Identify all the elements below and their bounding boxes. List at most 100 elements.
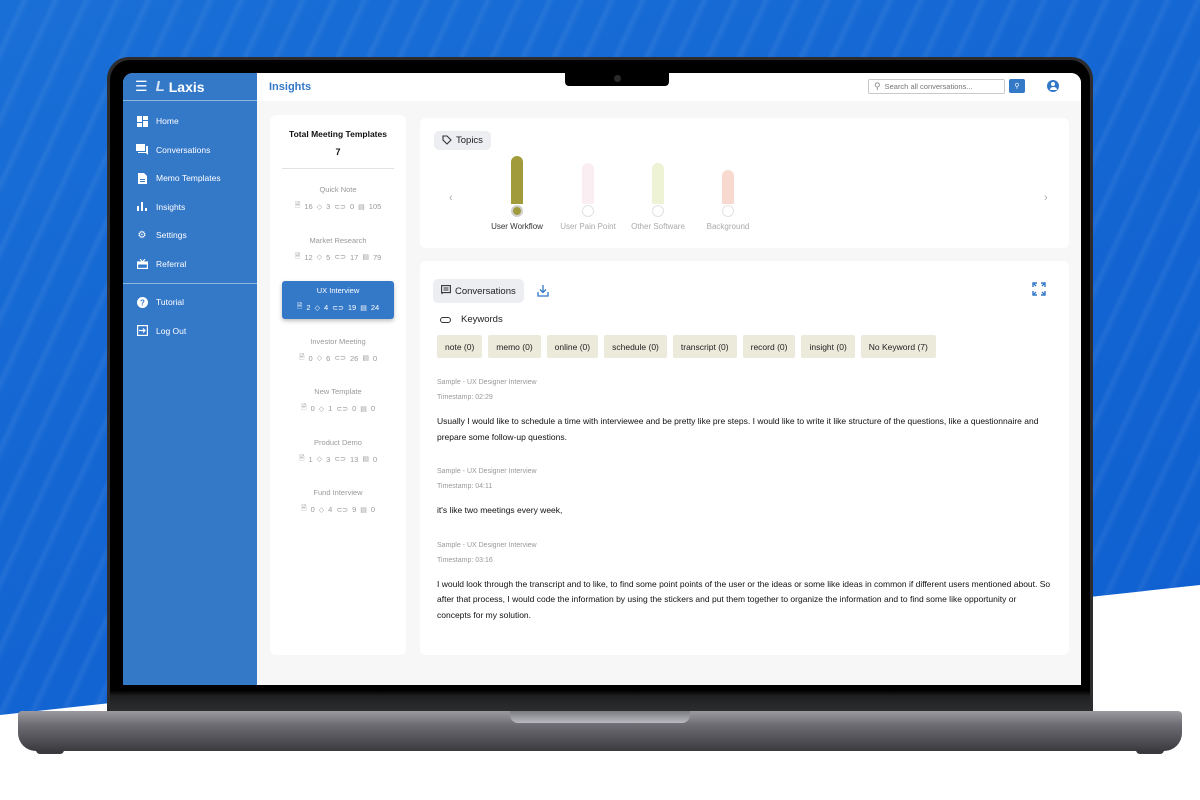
tag-icon: ◇ — [318, 405, 325, 413]
topic-item[interactable]: Background — [688, 154, 768, 231]
topic-item[interactable]: Other Software — [618, 154, 698, 231]
top-bar: Insights ⚲ ⚲ — [257, 73, 1081, 101]
keyword-tag-icon: ⊂⊃ — [336, 405, 349, 413]
topic-bar — [652, 163, 664, 204]
conversation-entry[interactable]: Sample - UX Designer Interview Timestamp… — [437, 541, 1052, 624]
sidebar-item-log-out[interactable]: Log Out — [123, 317, 257, 346]
template-stats: 🗎 0 ◇ 1 ⊂⊃ 0 ▤ 0 — [282, 403, 394, 414]
keyword-chip[interactable]: memo (0) — [488, 335, 541, 358]
topic-item[interactable]: User Workflow — [477, 154, 557, 231]
document-icon: 🗎 — [294, 252, 301, 260]
sidebar-item-referral[interactable]: Referral — [123, 250, 257, 279]
template-stats: 🗎 0 ◇ 4 ⊂⊃ 9 ▤ 0 — [282, 504, 394, 515]
keyword-chip[interactable]: No Keyword (7) — [860, 335, 936, 358]
dashboard-icon — [136, 115, 148, 127]
template-item[interactable]: Market Research 🗎 12 ◇ 5 ⊂⊃ 17 ▤ 79 — [282, 231, 394, 269]
template-stat-docs: 12 — [304, 252, 313, 262]
topic-bar-track — [618, 154, 698, 204]
entry-source: Sample - UX Designer Interview — [437, 379, 537, 386]
sidebar-item-tutorial[interactable]: ? Tutorial — [123, 288, 257, 317]
template-stat-comments: 0 — [370, 404, 376, 413]
topic-item[interactable]: User Pain Point — [548, 154, 628, 231]
template-item[interactable]: UX Interview 🗎 2 ◇ 4 ⊂⊃ 19 ▤ 24 — [282, 281, 394, 319]
chevron-left-icon[interactable]: ‹ — [449, 192, 453, 204]
topics-card: Topics ‹ › User Workflow User Pain Point… — [420, 118, 1069, 248]
keyword-chip[interactable]: transcript (0) — [672, 335, 737, 358]
document-icon: 🗎 — [296, 303, 303, 310]
keyword-tag-icon: ⊂⊃ — [336, 506, 349, 514]
topic-radio[interactable] — [652, 205, 664, 217]
tag-icon: ◇ — [316, 203, 323, 211]
comment-icon: ▤ — [358, 203, 365, 211]
sidebar-item-label: Settings — [156, 230, 187, 241]
template-stats: 🗎 1 ◇ 3 ⊂⊃ 13 ▤ 0 — [282, 454, 394, 465]
laptop-foot — [36, 750, 64, 754]
search-input[interactable] — [884, 82, 995, 91]
template-item[interactable]: Fund Interview 🗎 0 ◇ 4 ⊂⊃ 9 ▤ 0 — [282, 483, 394, 521]
sidebar-nav: Home Conversations Memo Templates Insigh… — [123, 101, 257, 345]
keyword-chip[interactable]: record (0) — [742, 335, 796, 358]
template-stat-docs: 0 — [308, 353, 313, 363]
template-name: Market Research — [309, 235, 367, 245]
keyword-chip[interactable]: schedule (0) — [604, 335, 667, 358]
download-icon[interactable] — [537, 284, 549, 297]
sidebar-item-conversations[interactable]: Conversations — [123, 136, 257, 165]
webcam-notch — [565, 73, 669, 86]
template-item[interactable]: Investor Meeting 🗎 0 ◇ 6 ⊂⊃ 26 ▤ 0 — [282, 332, 394, 370]
topics-header-chip: Topics — [434, 131, 491, 150]
sidebar-item-memo-templates[interactable]: Memo Templates — [123, 164, 257, 193]
laptop-base-notch — [510, 711, 690, 723]
topic-radio[interactable] — [511, 205, 523, 217]
template-item[interactable]: Quick Note 🗎 16 ◇ 3 ⊂⊃ 0 ▤ 105 — [282, 180, 394, 218]
expand-icon[interactable] — [1032, 282, 1046, 297]
sidebar-item-insights[interactable]: Insights — [123, 193, 257, 222]
template-stat-comments: 0 — [372, 353, 378, 363]
account-icon[interactable] — [1047, 80, 1059, 92]
keyword-chip[interactable]: insight (0) — [801, 335, 855, 358]
template-stat-topics: 4 — [328, 505, 333, 514]
topic-bar-track — [548, 154, 628, 204]
topic-bar — [511, 156, 523, 204]
template-stat-docs: 1 — [308, 454, 313, 464]
sidebar: ☰ L Laxis Home Conversations Memo Templa… — [123, 73, 257, 685]
tag-icon — [442, 134, 452, 147]
sidebar-item-label: Insights — [156, 201, 186, 212]
bar-chart-icon — [136, 201, 148, 213]
sidebar-item-home[interactable]: Home — [123, 107, 257, 136]
meeting-templates-panel: Total Meeting Templates 7 Quick Note 🗎 16 ◇… — [270, 115, 406, 655]
keyword-chip[interactable]: note (0) — [437, 335, 483, 358]
template-stat-topics: 3 — [326, 454, 331, 464]
laptop-chin — [110, 685, 1090, 713]
entry-text: it's like two meetings every week, — [437, 505, 563, 515]
sidebar-item-settings[interactable]: ⚙ Settings — [123, 221, 257, 250]
template-item[interactable]: Product Demo 🗎 1 ◇ 3 ⊂⊃ 13 ▤ 0 — [282, 433, 394, 471]
topic-label: Background — [706, 222, 750, 231]
comment-icon: ▤ — [360, 405, 367, 413]
entry-source: Sample - UX Designer Interview — [437, 468, 537, 475]
template-item[interactable]: New Template 🗎 0 ◇ 1 ⊂⊃ 0 ▤ 0 — [282, 382, 394, 420]
topic-label: User Pain Point — [560, 222, 616, 231]
tag-icon: ◇ — [314, 304, 320, 312]
topic-bar — [582, 163, 594, 204]
sidebar-item-label: Tutorial — [156, 297, 185, 308]
document-icon — [136, 172, 148, 184]
topic-radio[interactable] — [582, 205, 594, 217]
camera-icon — [614, 75, 621, 82]
templates-heading: Total Meeting Templates — [289, 129, 387, 139]
search-button[interactable]: ⚲ — [1009, 79, 1025, 93]
keyword-tag-icon: ⊂⊃ — [334, 456, 346, 463]
conversation-entry[interactable]: Sample - UX Designer Interview Timestamp… — [437, 378, 1052, 445]
document-icon: 🗎 — [300, 404, 307, 411]
conversation-entry[interactable]: Sample - UX Designer Interview Timestamp… — [437, 467, 1052, 519]
templates-total: 7 — [335, 147, 341, 157]
topic-radio[interactable] — [722, 205, 734, 217]
page-title: Insights — [269, 81, 312, 93]
template-stat-comments: 24 — [370, 303, 380, 312]
chevron-right-icon[interactable]: › — [1044, 192, 1048, 204]
template-stat-comments: 79 — [372, 252, 382, 262]
conversations-card: Conversations Keywords note (0) memo (0) o… — [420, 261, 1069, 655]
hamburger-menu-icon[interactable]: ☰ — [135, 78, 148, 95]
keyword-chip[interactable]: online (0) — [546, 335, 599, 358]
template-stat-docs: 0 — [310, 505, 315, 514]
topic-label: User Workflow — [491, 222, 543, 231]
